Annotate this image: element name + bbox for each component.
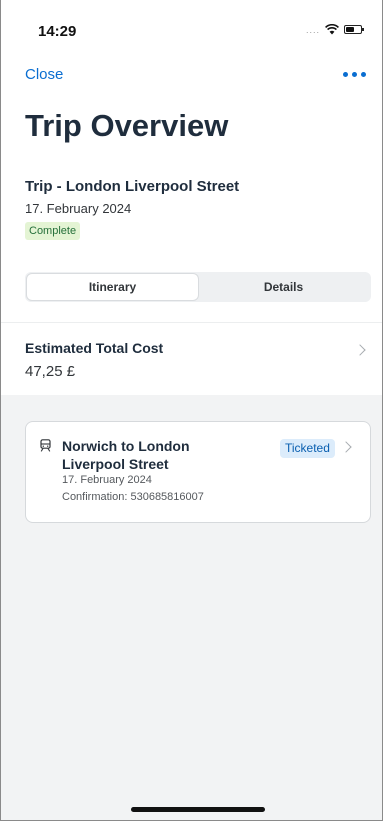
wifi-icon	[325, 24, 339, 35]
trip-segment-card[interactable]: Norwich to London Liverpool Street 17. F…	[25, 421, 371, 523]
app-screen: 14:29 .... Close Trip Overview Trip - Lo…	[0, 0, 383, 821]
estimated-cost-row[interactable]: Estimated Total Cost 47,25 £	[1, 323, 382, 395]
tab-itinerary[interactable]: Itinerary	[27, 274, 198, 300]
more-options-button[interactable]	[343, 72, 366, 77]
trip-name: Trip - London Liverpool Street	[25, 178, 240, 195]
tab-details[interactable]: Details	[198, 274, 369, 300]
chevron-right-icon	[340, 441, 352, 453]
more-dot	[352, 72, 357, 77]
segment-confirmation: Confirmation: 530685816007	[62, 491, 204, 503]
chevron-right-icon	[354, 344, 366, 356]
estimated-cost-value: 47,25 £	[25, 363, 76, 380]
status-time: 14:29	[38, 23, 77, 40]
train-icon	[40, 439, 51, 452]
page-title: Trip Overview	[25, 108, 229, 143]
trip-date: 17. February 2024	[25, 201, 132, 216]
home-indicator	[131, 807, 265, 812]
ticketed-badge: Ticketed	[280, 439, 335, 458]
status-icons: ....	[305, 24, 364, 35]
close-button[interactable]: Close	[25, 66, 63, 83]
status-bar: 14:29 ....	[1, 0, 382, 56]
trip-status-badge: Complete	[25, 222, 81, 240]
battery-icon	[344, 25, 364, 34]
navigation-bar: Close	[1, 62, 382, 88]
estimated-cost-label: Estimated Total Cost	[25, 340, 164, 356]
segment-route: Norwich to London Liverpool Street	[62, 438, 190, 472]
view-segmented-control: Itinerary Details	[25, 272, 371, 302]
signal-dots-icon: ....	[305, 24, 320, 35]
more-dot	[343, 72, 348, 77]
segment-date: 17. February 2024	[62, 474, 152, 486]
more-dot	[361, 72, 366, 77]
